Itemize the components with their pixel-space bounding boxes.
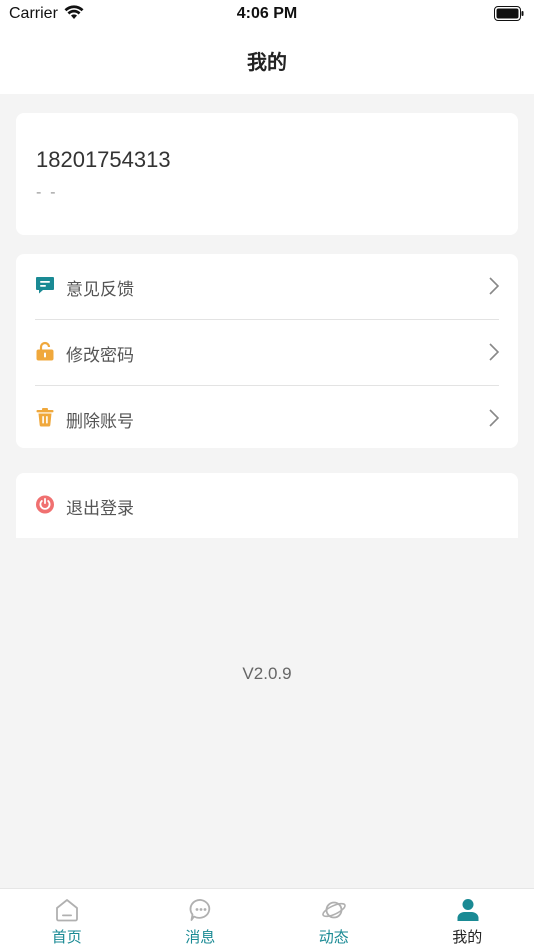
menu-item-label: 修改密码 (66, 341, 134, 366)
logout-card: 退出登录 (16, 473, 518, 538)
tab-label: 我的 (401, 926, 534, 947)
profile-card[interactable]: 18201754313 - - (16, 113, 518, 235)
menu-item-label: 删除账号 (66, 407, 134, 432)
tab-bar: 首页 消息 动态 我的 (0, 888, 534, 951)
home-icon (54, 897, 80, 923)
message-icon (188, 897, 214, 923)
menu-item-delete-account[interactable]: 删除账号 (16, 386, 518, 451)
tab-label: 消息 (134, 926, 268, 947)
logout-label: 退出登录 (66, 494, 134, 519)
trash-icon (35, 407, 55, 427)
logout-button[interactable]: 退出登录 (16, 473, 518, 538)
page-title: 我的 (0, 46, 534, 75)
menu-item-label: 意见反馈 (66, 275, 134, 300)
battery-icon (494, 6, 524, 26)
tab-mine[interactable]: 我的 (401, 889, 534, 951)
feedback-icon (35, 275, 55, 295)
planet-icon (321, 897, 347, 923)
profile-subtitle: - - (36, 183, 58, 201)
user-icon (455, 897, 481, 923)
clock: 4:06 PM (0, 5, 534, 23)
chevron-right-icon (488, 342, 500, 366)
status-bar: Carrier 4:06 PM (0, 0, 534, 28)
settings-menu: 意见反馈 修改密码 删除账号 (16, 254, 518, 448)
tab-moments[interactable]: 动态 (267, 889, 401, 951)
menu-item-feedback[interactable]: 意见反馈 (16, 254, 518, 319)
app-version: V2.0.9 (0, 664, 534, 684)
tab-home[interactable]: 首页 (0, 889, 134, 951)
lock-icon (35, 341, 55, 361)
tab-messages[interactable]: 消息 (134, 889, 268, 951)
tab-label: 动态 (267, 926, 401, 947)
menu-item-change-password[interactable]: 修改密码 (16, 320, 518, 385)
power-icon (35, 494, 55, 514)
chevron-right-icon (488, 408, 500, 432)
phone-number: 18201754313 (36, 147, 171, 173)
nav-bar: 我的 (0, 28, 534, 94)
chevron-right-icon (488, 276, 500, 300)
tab-label: 首页 (0, 926, 134, 947)
